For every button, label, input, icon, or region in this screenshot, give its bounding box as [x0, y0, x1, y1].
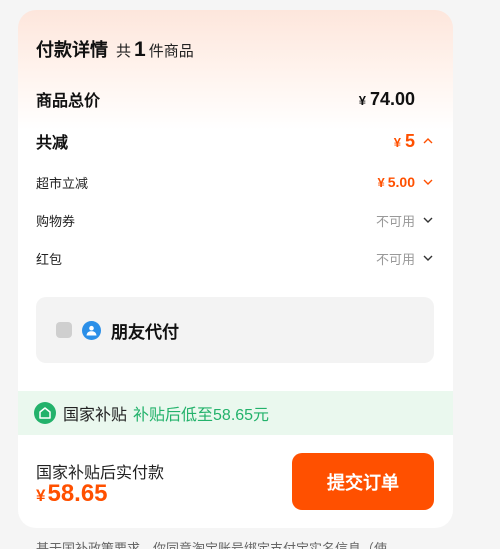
- page-title: 付款详情: [36, 40, 108, 60]
- subsidy-icon: [34, 402, 56, 424]
- total-price-amount: 74.00: [369, 88, 415, 109]
- subsidy-policy-note: 基于国补政策要求，你同意淘宝账号绑定支付宝实名信息（使: [36, 541, 388, 549]
- final-payment-amount: 58.65: [47, 480, 108, 507]
- supermarket-discount-row[interactable]: 超市立减 ¥5.00: [36, 172, 435, 192]
- item-count-prefix: 共: [116, 43, 132, 60]
- chevron-down-icon[interactable]: [421, 255, 435, 261]
- chevron-down-icon[interactable]: [421, 217, 435, 223]
- item-count-suffix: 件商品: [148, 43, 194, 60]
- red-packet-label: 红包: [36, 251, 63, 267]
- total-discount-value: ¥5: [394, 131, 415, 152]
- voucher-status: 不可用: [375, 213, 415, 229]
- currency-symbol: ¥: [393, 134, 401, 150]
- national-subsidy-banner: 国家补贴 补贴后低至58.65元: [18, 391, 453, 435]
- friend-pay-option[interactable]: 朋友代付: [36, 297, 434, 363]
- friend-pay-label: 朋友代付: [111, 322, 179, 342]
- payment-details-header: 付款详情 共 1 件商品: [36, 36, 194, 62]
- total-discount-amount: 5: [404, 130, 415, 151]
- currency-symbol: ¥: [36, 486, 46, 505]
- final-payment-price: ¥58.65: [36, 480, 108, 508]
- currency-symbol: ¥: [358, 92, 366, 108]
- supermarket-discount-amount: 5.00: [387, 174, 415, 190]
- payment-details-card: 付款详情 共 1 件商品 商品总价 ¥74.00 共减 ¥5 超市立减 ¥5.0…: [18, 10, 453, 528]
- currency-symbol: ¥: [377, 175, 385, 190]
- submit-order-button[interactable]: 提交订单: [292, 453, 434, 510]
- red-packet-row[interactable]: 红包 不可用: [36, 248, 435, 268]
- voucher-label: 购物券: [36, 213, 76, 229]
- total-price-value: ¥74.00: [359, 89, 415, 110]
- friend-pay-icon: [82, 320, 101, 340]
- chevron-up-icon[interactable]: [421, 138, 435, 144]
- subsidy-name: 国家补贴: [63, 407, 128, 424]
- supermarket-discount-value: ¥5.00: [378, 174, 415, 190]
- total-price-label: 商品总价: [36, 93, 101, 110]
- subsidy-note: 补贴后低至58.65元: [133, 407, 270, 424]
- supermarket-discount-label: 超市立减: [36, 175, 89, 191]
- chevron-down-icon[interactable]: [421, 179, 435, 185]
- red-packet-status: 不可用: [375, 251, 415, 267]
- total-discount-row[interactable]: 共减 ¥5: [36, 130, 435, 152]
- item-count: 1: [134, 38, 146, 61]
- total-price-row: 商品总价 ¥74.00: [36, 88, 435, 111]
- total-discount-label: 共减: [36, 135, 69, 152]
- friend-pay-checkbox[interactable]: [56, 322, 72, 338]
- voucher-row[interactable]: 购物券 不可用: [36, 210, 435, 230]
